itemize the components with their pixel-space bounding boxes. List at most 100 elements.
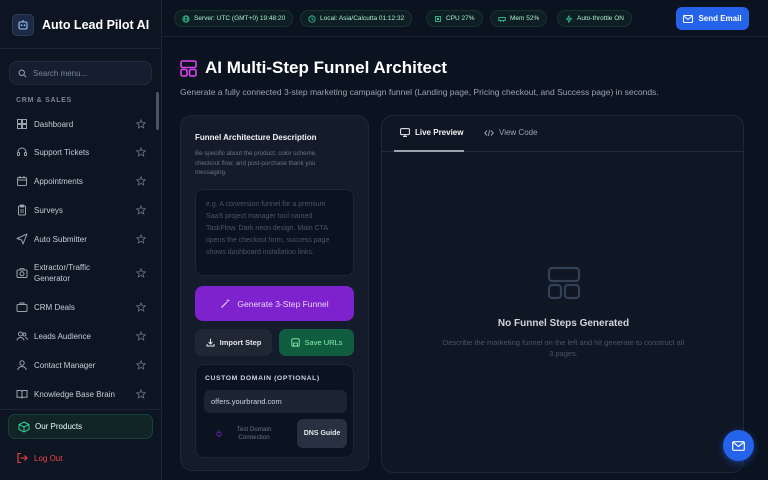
server-time-text: Server: UTC (GMT+0) 19:48:20 [194, 15, 286, 22]
empty-layout-icon [547, 266, 581, 300]
save-icon [290, 338, 300, 347]
star-icon[interactable] [136, 331, 146, 341]
page-header: AI Multi-Step Funnel Architect [180, 58, 447, 78]
test-domain-label: Test Domain Connection [236, 425, 272, 441]
sidebar-item-extractor[interactable]: Extractor/Traffic Generator [8, 256, 148, 290]
preview-tabs: Live Preview View Code [382, 116, 743, 152]
sidebar-item-surveys[interactable]: Surveys [8, 197, 148, 223]
memory-badge: Mem 52% [490, 10, 548, 27]
star-icon[interactable] [136, 360, 146, 370]
sidebar-item-support-tickets[interactable]: Support Tickets [8, 139, 148, 165]
bolt-icon [565, 14, 573, 23]
sidebar-item-label: Dashboard [34, 119, 74, 129]
box-icon [18, 420, 30, 433]
logout-label: Log Out [34, 453, 63, 463]
star-icon[interactable] [136, 389, 146, 399]
sidebar-item-leads-audience[interactable]: Leads Audience [8, 323, 148, 349]
layout-icon [180, 59, 197, 77]
tab-live-preview[interactable]: Live Preview [400, 128, 463, 137]
memory-icon [498, 16, 506, 22]
generate-funnel-label: Generate 3-Step Funnel [237, 298, 329, 309]
local-time-badge: Local: Asia/Calcutta 01:12:32 [300, 10, 413, 27]
contacts-icon [17, 360, 27, 371]
form-title: Funnel Architecture Description [195, 133, 317, 142]
download-icon [206, 338, 215, 347]
star-icon[interactable] [136, 302, 146, 312]
briefcase-icon [16, 302, 28, 312]
page-subtitle: Generate a fully connected 3-step market… [180, 87, 659, 97]
sidebar-item-label: Contact Manager [34, 360, 96, 370]
form-help-text: Be specific about the product, color sch… [195, 150, 317, 177]
import-step-label: Import Step [219, 338, 262, 347]
star-icon[interactable] [136, 147, 146, 157]
cpu-badge: CPU 27% [426, 10, 483, 27]
sidebar-scrollbar[interactable] [156, 92, 159, 130]
sidebar-item-auto-submitter[interactable]: Auto Submitter [8, 226, 148, 252]
test-domain-button[interactable]: Test Domain Connection [204, 419, 292, 448]
our-products-button[interactable]: Our Products [8, 414, 153, 439]
sidebar-item-label: Extractor/Traffic Generator [34, 263, 91, 283]
funnel-description-textarea[interactable]: e.g. A conversion funnel for a premium S… [195, 189, 354, 276]
monitor-icon [400, 128, 410, 137]
dns-guide-label: DNS Guide [303, 430, 341, 437]
sidebar-item-knowledge-base[interactable]: Knowledge Base Brain [8, 381, 148, 407]
active-tab-indicator [394, 150, 464, 152]
auto-throttle-badge[interactable]: Auto-throttle ON [557, 10, 632, 27]
sidebar-item-label: Knowledge Base Brain [34, 389, 115, 399]
import-step-button[interactable]: Import Step [195, 329, 272, 356]
code-icon [484, 129, 494, 136]
custom-domain-input[interactable] [204, 390, 347, 413]
dns-guide-button[interactable]: DNS Guide [297, 419, 347, 448]
cpu-icon [435, 15, 441, 22]
sidebar-item-label: Auto Submitter [34, 234, 87, 244]
logout-icon [17, 452, 28, 464]
sidebar-item-label: Leads Audience [34, 331, 91, 341]
empty-state-title: No Funnel Steps Generated [497, 318, 630, 329]
sidebar-item-appointments[interactable]: Appointments [8, 168, 148, 194]
search-icon [18, 69, 27, 77]
star-icon[interactable] [136, 205, 146, 215]
sidebar-item-dashboard[interactable]: Dashboard [8, 111, 148, 137]
mail-fab-button[interactable] [723, 430, 754, 461]
sidebar-item-contact-manager[interactable]: Contact Manager [8, 352, 148, 378]
globe-icon [182, 14, 190, 23]
star-icon[interactable] [136, 176, 146, 186]
save-urls-button[interactable]: Save URLs [279, 329, 354, 356]
generate-funnel-button[interactable]: Generate 3-Step Funnel [195, 286, 354, 321]
mail-icon [732, 440, 745, 451]
custom-domain-label: CUSTOM DOMAIN (OPTIONAL) [205, 375, 320, 382]
mail-icon [683, 14, 694, 23]
tab-view-code-label: View Code [499, 128, 538, 137]
star-icon[interactable] [136, 268, 146, 278]
calendar-icon [17, 176, 27, 186]
sidebar: Auto Lead Pilot AI Search menu... CRM & … [0, 0, 162, 480]
dashboard-icon [17, 119, 27, 129]
send-email-button[interactable]: Send Email [676, 7, 749, 30]
sidebar-item-label: Appointments [34, 176, 83, 186]
cpu-text: CPU 27% [446, 15, 475, 22]
tab-view-code[interactable]: View Code [484, 128, 538, 137]
sidebar-item-crm-deals[interactable]: CRM Deals [8, 294, 148, 320]
brand[interactable]: Auto Lead Pilot AI [12, 13, 149, 37]
preview-panel: Live Preview View Code No Funnel Steps G… [381, 115, 744, 473]
search-menu-input[interactable]: Search menu... [9, 61, 152, 85]
book-icon [16, 390, 28, 399]
clock-icon [308, 14, 316, 23]
sidebar-item-label: CRM Deals [34, 302, 75, 312]
sidebar-divider [0, 48, 162, 49]
auto-throttle-text: Auto-throttle ON [577, 15, 624, 22]
magic-wand-icon [221, 298, 231, 308]
star-icon[interactable] [136, 234, 146, 244]
our-products-label: Our Products [35, 422, 83, 431]
funnel-form-card: Funnel Architecture Description Be speci… [180, 115, 369, 471]
server-time-badge: Server: UTC (GMT+0) 19:48:20 [174, 10, 294, 27]
sidebar-item-label: Surveys [34, 205, 63, 215]
send-email-label: Send Email [698, 14, 742, 23]
logout-button[interactable]: Log Out [8, 446, 148, 470]
send-icon [16, 233, 28, 245]
star-icon[interactable] [136, 119, 146, 129]
robot-logo-icon [12, 14, 34, 36]
section-label-crm: CRM & SALES [16, 97, 72, 104]
camera-icon [16, 268, 28, 278]
memory-text: Mem 52% [510, 15, 540, 22]
